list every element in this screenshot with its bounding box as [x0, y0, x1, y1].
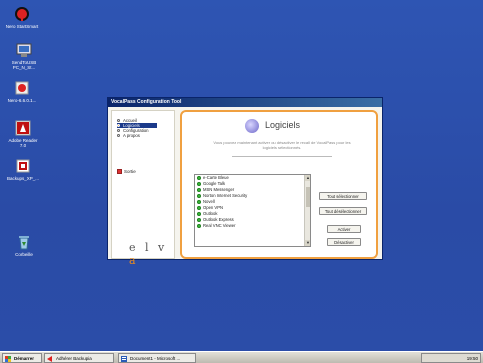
- window-body: Accueil Logiciels Configuration A propos: [108, 107, 382, 267]
- radio-dot-icon: [117, 129, 120, 132]
- desktop-icon-sendtousb[interactable]: SendToUSB PC_N_St...: [2, 42, 46, 70]
- check-icon: [197, 176, 201, 180]
- backup-icon: [16, 159, 30, 173]
- scroll-up-icon[interactable]: ▲: [305, 175, 310, 181]
- window-titlebar[interactable]: VocalPass Configuration Tool: [108, 98, 382, 107]
- desktop: Nero StartSmart SendToUSB PC_N_St... Ner…: [0, 0, 483, 351]
- adobe-reader-icon: [15, 120, 31, 136]
- desktop-icon-nero-startsmart[interactable]: Nero StartSmart: [0, 6, 44, 29]
- list-item[interactable]: Real VNC Viewer: [195, 223, 310, 229]
- desktop-icon-nero-setup[interactable]: Nero-6.6.0.1...: [0, 80, 44, 103]
- navigation-panel: Accueil Logiciels Configuration A propos: [111, 110, 175, 267]
- usb-drive-icon: [16, 43, 32, 57]
- list-scrollbar[interactable]: ▲ ▼: [304, 175, 310, 246]
- panel-description: Vous pouvez maintenant activer ou désact…: [213, 140, 351, 150]
- select-all-button[interactable]: Tout sélectionner: [319, 192, 367, 200]
- taskbar-item-word[interactable]: Document1 - Microsoft ...: [118, 353, 196, 363]
- nero-setup-icon: [15, 81, 29, 95]
- nav-item-a-propos[interactable]: A propos: [117, 133, 157, 138]
- check-icon: [197, 218, 201, 222]
- divider: [232, 156, 332, 157]
- radio-dot-icon: [117, 134, 120, 137]
- desktop-icon-recycle-bin[interactable]: Corbeille: [2, 234, 46, 257]
- check-icon: [197, 200, 201, 204]
- scroll-thumb[interactable]: [306, 187, 310, 207]
- desktop-icon-adobe-reader[interactable]: Adobe Reader 7.0: [1, 120, 45, 148]
- check-icon: [197, 188, 201, 192]
- exit-button[interactable]: Sortie: [117, 169, 136, 174]
- check-icon: [197, 194, 201, 198]
- nav-menu: Accueil Logiciels Configuration A propos: [117, 118, 157, 138]
- panel-title: Logiciels: [265, 120, 301, 130]
- window-title: VocalPass Configuration Tool: [111, 99, 182, 105]
- taskbar: Démarrer Adhérer Backupia Document1 - Mi…: [0, 351, 483, 363]
- radio-dot-icon: [117, 119, 120, 122]
- scroll-down-icon[interactable]: ▼: [305, 240, 310, 246]
- start-button[interactable]: Démarrer: [2, 353, 42, 363]
- radio-dot-icon: [117, 124, 120, 127]
- exit-icon: [117, 169, 122, 174]
- nero-icon: [15, 7, 29, 21]
- software-list[interactable]: e-Carte Bleue Google Talk MSN Messenger …: [194, 174, 311, 247]
- activate-button[interactable]: Activer: [327, 225, 361, 233]
- recycle-bin-icon: [19, 236, 29, 250]
- desktop-icon-backups[interactable]: Backups_XP_...: [1, 158, 45, 181]
- check-icon: [197, 206, 201, 210]
- check-icon: [197, 224, 201, 228]
- backupia-icon: [47, 356, 52, 362]
- word-document-icon: [121, 356, 127, 362]
- vocalpass-window: VocalPass Configuration Tool Accueil Log…: [107, 97, 383, 267]
- clock: 19:50: [466, 356, 478, 361]
- system-tray: 19:50: [421, 353, 481, 363]
- deactivate-button[interactable]: Désactiver: [327, 238, 361, 246]
- windows-logo-icon: [5, 356, 11, 362]
- deselect-all-button[interactable]: Tout désélectionner: [319, 207, 367, 215]
- taskbar-item-backupia[interactable]: Adhérer Backupia: [44, 353, 114, 363]
- vocalpass-logo-icon: [245, 119, 259, 133]
- check-icon: [197, 182, 201, 186]
- elva-logo: e l v a: [129, 241, 168, 267]
- check-icon: [197, 212, 201, 216]
- content-panel: Logiciels Vous pouvez maintenant activer…: [180, 110, 378, 259]
